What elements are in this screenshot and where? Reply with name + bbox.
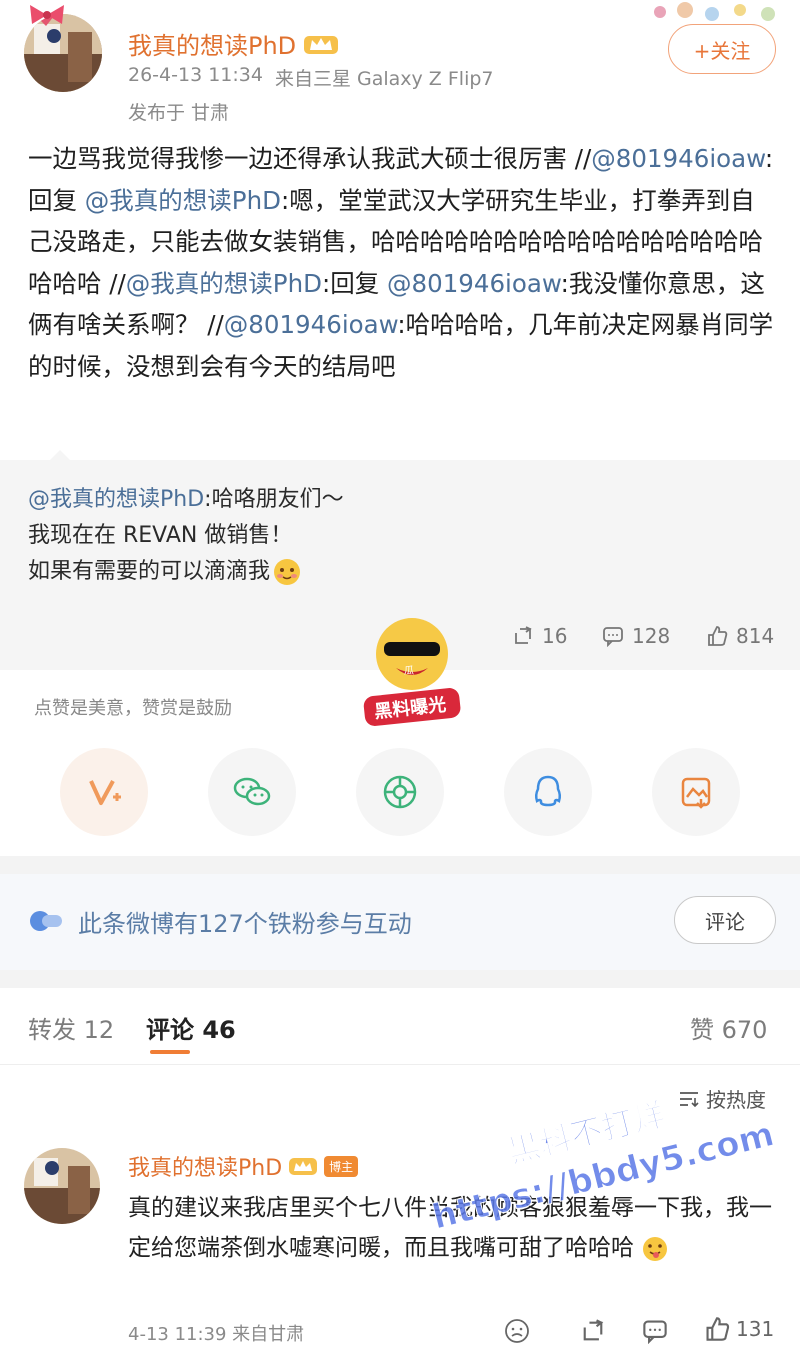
sort-dropdown[interactable]: 按热度 [678, 1084, 766, 1113]
mention-link[interactable]: @801946ioaw [387, 269, 561, 298]
quote-repost-stat[interactable]: 16 [512, 624, 567, 648]
tabs-divider [0, 1064, 800, 1065]
tongue-emoji-icon [643, 1236, 668, 1261]
mention-link[interactable]: @我真的想读PhD [126, 269, 322, 298]
qq-icon [534, 775, 562, 807]
tab-comment[interactable]: 评论 46 [146, 1010, 236, 1045]
tab-like[interactable]: 赞 670 [690, 1010, 767, 1045]
crown-badge-icon [289, 1158, 318, 1175]
comment-reply-icon[interactable] [642, 1318, 668, 1344]
commenter-avatar[interactable] [24, 1148, 100, 1224]
crown-badge-icon [304, 35, 339, 54]
comment-meta: 4-13 11:39 来自甘肃 [128, 1324, 305, 1345]
thumbs-up-icon [706, 1317, 730, 1341]
comment-icon [603, 627, 623, 647]
comment-like-count: 131 [736, 1317, 775, 1341]
active-tab-underline [150, 1050, 190, 1054]
watermark-sticker-small-text: 瓜 [404, 665, 414, 677]
shy-emoji-icon [274, 559, 301, 585]
reward-label: 点赞是美意，赞赏是鼓励 [34, 698, 232, 719]
quote-like-count: 814 [736, 624, 775, 648]
mention-link[interactable]: @我真的想读PhD [85, 186, 281, 215]
comment-like-button[interactable]: 131 [704, 1316, 774, 1342]
quoted-mention-link[interactable]: @我真的想读PhD [28, 487, 204, 512]
mention-link[interactable]: @801946ioaw [224, 310, 398, 339]
author-name[interactable]: 我真的想读PhD [128, 26, 340, 61]
fans-comment-button[interactable]: 评论 [674, 896, 776, 944]
thumbs-up-icon [708, 626, 728, 646]
quote-comment-count: 128 [632, 624, 671, 648]
moments-icon [383, 775, 417, 809]
post-location: 发布于 甘肃 [128, 102, 230, 124]
author-name-text[interactable]: 我真的想读PhD [128, 26, 296, 61]
section-divider [0, 970, 800, 988]
sort-label: 按热度 [706, 1088, 766, 1112]
decoration-sticker-icon [654, 2, 775, 21]
wechat-share-button[interactable] [208, 748, 296, 836]
fans-interaction-text: 此条微博有127个铁粉参与互动 [78, 910, 412, 938]
post-text-part: 一边骂我觉得我惨一边还得承认我武大硕士很厉害 // [28, 144, 592, 173]
section-divider [0, 856, 800, 874]
wechat-icon [233, 777, 271, 806]
commenter-name-text[interactable]: 我真的想读PhD [128, 1150, 282, 1182]
mention-link[interactable]: @801946ioaw [591, 144, 765, 173]
post-time: 26-4-13 11:34 [128, 64, 263, 86]
author-badge: 博主 [324, 1155, 359, 1177]
tab-repost[interactable]: 转发 12 [28, 1010, 114, 1045]
post-text-part: :回复 [321, 268, 388, 298]
qq-share-button[interactable] [504, 748, 592, 836]
post-text: 一边骂我觉得我惨一边还得承认我武大硕士很厉害 //@801946ioaw:回复 … [28, 138, 778, 387]
weibo-vip-icon [89, 780, 121, 805]
quote-repost-count: 16 [542, 624, 568, 648]
save-image-button[interactable] [652, 748, 740, 836]
sort-icon [680, 1091, 699, 1107]
watermark-sticker: 瓜 黑料曝光 [358, 606, 466, 726]
follow-button[interactable]: +关注 [668, 24, 776, 74]
quoted-line2: 我现在在 REVAN 做销售！ [28, 523, 293, 548]
dislike-face-icon[interactable] [504, 1318, 530, 1344]
quoted-post-text: @我真的想读PhD:哈咯朋友们～ 我现在在 REVAN 做销售！ 如果有需要的可… [28, 482, 768, 590]
quoted-line1: :哈咯朋友们～ [204, 487, 344, 512]
quote-pointer-icon [48, 450, 72, 462]
fans-indicator-icon [30, 911, 62, 931]
weibo-vip-button[interactable] [60, 748, 148, 836]
post-meta: 26-4-13 11:34 来自三星 Galaxy Z Flip7 [128, 64, 494, 91]
post-source: 来自三星 Galaxy Z Flip7 [274, 68, 494, 90]
bow-icon [26, 2, 68, 32]
quote-comment-stat[interactable]: 128 [602, 624, 670, 648]
quoted-line3: 如果有需要的可以滴滴我 [28, 559, 271, 584]
commenter-name[interactable]: 我真的想读PhD 博主 [128, 1150, 359, 1182]
comment-repost-icon[interactable] [580, 1318, 606, 1344]
save-image-icon [681, 777, 711, 809]
repost-icon [515, 626, 532, 644]
quote-like-stat[interactable]: 814 [706, 624, 774, 648]
moments-share-button[interactable] [356, 748, 444, 836]
